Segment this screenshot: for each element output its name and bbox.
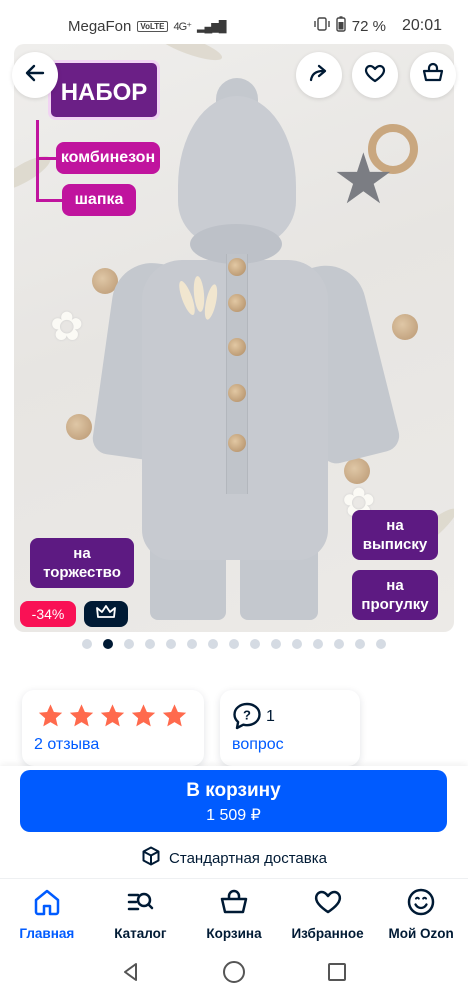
back-button[interactable] xyxy=(12,52,58,98)
gallery-dot[interactable] xyxy=(271,639,281,649)
wooden-button xyxy=(228,258,246,276)
star-icon xyxy=(69,704,94,727)
add-to-cart-button[interactable]: В корзину 1 509 ₽ xyxy=(20,770,447,832)
star-icon xyxy=(38,704,63,727)
tab-label: Главная xyxy=(19,926,75,941)
gallery-dot[interactable] xyxy=(208,639,218,649)
gallery-dot[interactable] xyxy=(313,639,323,649)
tag-connector xyxy=(36,199,64,202)
home-icon xyxy=(32,887,62,920)
tab-home[interactable]: Главная xyxy=(1,879,93,948)
wooden-button xyxy=(228,294,246,312)
basket-icon xyxy=(421,61,445,90)
questions-count: 1 xyxy=(266,708,275,725)
heart-icon xyxy=(313,887,343,920)
nav-recents-button[interactable] xyxy=(326,961,348,988)
nav-home-button[interactable] xyxy=(222,960,246,989)
tab-favorites[interactable]: Избранное xyxy=(282,879,374,948)
gallery-dot[interactable] xyxy=(187,639,197,649)
arrow-left-icon xyxy=(23,61,47,90)
tab-label: Мой Ozon xyxy=(388,926,454,941)
gallery-dot[interactable] xyxy=(145,639,155,649)
tag-connector xyxy=(36,120,39,200)
gallery-pagination[interactable] xyxy=(0,636,468,652)
clock: 20:01 xyxy=(401,17,442,34)
svg-text:?: ? xyxy=(243,708,251,723)
battery-icon xyxy=(336,16,346,36)
gallery-dot[interactable] xyxy=(166,639,176,649)
gallery-dot[interactable] xyxy=(229,639,239,649)
carrier-name: MegaFon xyxy=(68,17,132,35)
tag-hat: шапка xyxy=(62,184,136,216)
tab-label: Каталог xyxy=(114,926,167,941)
gallery-dot[interactable] xyxy=(124,639,134,649)
tag-connector xyxy=(36,157,58,160)
questions-card[interactable]: ? 1 вопрос xyxy=(220,690,360,766)
battery-level: 72 % xyxy=(351,17,386,35)
wooden-button xyxy=(228,434,246,452)
knit-star-toy: ★ xyxy=(332,140,395,218)
tag-celebration: на торжество xyxy=(30,538,134,588)
star-icon xyxy=(131,704,156,727)
rating-card[interactable]: 2 отзыва xyxy=(22,690,204,766)
delivery-info[interactable]: Стандартная доставка xyxy=(0,846,468,870)
decor-leaf xyxy=(153,44,225,66)
star-icon xyxy=(100,704,125,727)
wooden-button xyxy=(228,384,246,402)
add-to-cart-label: В корзину xyxy=(186,780,281,801)
heart-icon xyxy=(363,61,387,90)
gallery-dot[interactable] xyxy=(376,639,386,649)
product-gallery[interactable]: ★ ✿ ✿ НАБОР комбинезон шапка на торжеств… xyxy=(14,44,454,632)
product-price: 1 509 ₽ xyxy=(206,807,261,824)
questions-link[interactable]: вопрос xyxy=(232,736,284,754)
gallery-dot[interactable] xyxy=(103,639,113,649)
discount-badge: -34% xyxy=(20,601,76,627)
tab-label: Избранное xyxy=(291,926,364,941)
tag-walk: на прогулку xyxy=(352,570,438,620)
system-navigation-bar xyxy=(0,948,468,1000)
dried-flower: ✿ xyxy=(50,305,84,349)
catalog-search-icon xyxy=(125,887,155,920)
tag-set: НАБОР xyxy=(48,60,160,120)
signal-icon: ▂▄▆█ xyxy=(197,20,226,33)
share-icon xyxy=(307,61,331,90)
premium-badge xyxy=(84,601,128,627)
reviews-link[interactable]: 2 отзыва xyxy=(34,736,99,754)
gallery-dot[interactable] xyxy=(82,639,92,649)
wooden-button xyxy=(228,338,246,356)
bottom-tab-bar: Главная Каталог Корзина Избранное Мой Oz… xyxy=(0,878,468,948)
tab-catalog[interactable]: Каталог xyxy=(94,879,186,948)
gallery-dot[interactable] xyxy=(292,639,302,649)
gallery-dot[interactable] xyxy=(250,639,260,649)
volte-badge: VoLTE xyxy=(137,20,168,32)
tag-overall: комбинезон xyxy=(56,142,160,174)
add-to-cart-top-button[interactable] xyxy=(410,52,456,98)
tab-my-ozon[interactable]: Мой Ozon xyxy=(375,879,467,948)
sticky-cart-panel: В корзину 1 509 ₽ Стандартная доставка xyxy=(0,766,468,878)
gallery-dot[interactable] xyxy=(334,639,344,649)
vibrate-icon xyxy=(314,17,330,35)
share-button[interactable] xyxy=(296,52,342,98)
overall-placket xyxy=(226,254,248,494)
box-icon xyxy=(141,846,161,870)
rattan-ball xyxy=(66,414,92,440)
tab-label: Корзина xyxy=(206,926,262,941)
rating-stars xyxy=(36,702,189,730)
question-bubble-icon: ? xyxy=(232,702,262,735)
nav-back-button[interactable] xyxy=(120,961,142,988)
smiley-icon xyxy=(406,887,436,920)
favorite-button[interactable] xyxy=(352,52,398,98)
network-indicator: 4G⁺ xyxy=(173,20,193,33)
rattan-ball xyxy=(392,314,418,340)
star-icon xyxy=(162,704,187,727)
gallery-dot[interactable] xyxy=(355,639,365,649)
basket-icon xyxy=(219,887,249,920)
delivery-label: Стандартная доставка xyxy=(169,849,327,867)
tag-discharge: на выписку xyxy=(352,510,438,560)
tab-cart[interactable]: Корзина xyxy=(188,879,280,948)
crown-icon xyxy=(96,604,116,625)
